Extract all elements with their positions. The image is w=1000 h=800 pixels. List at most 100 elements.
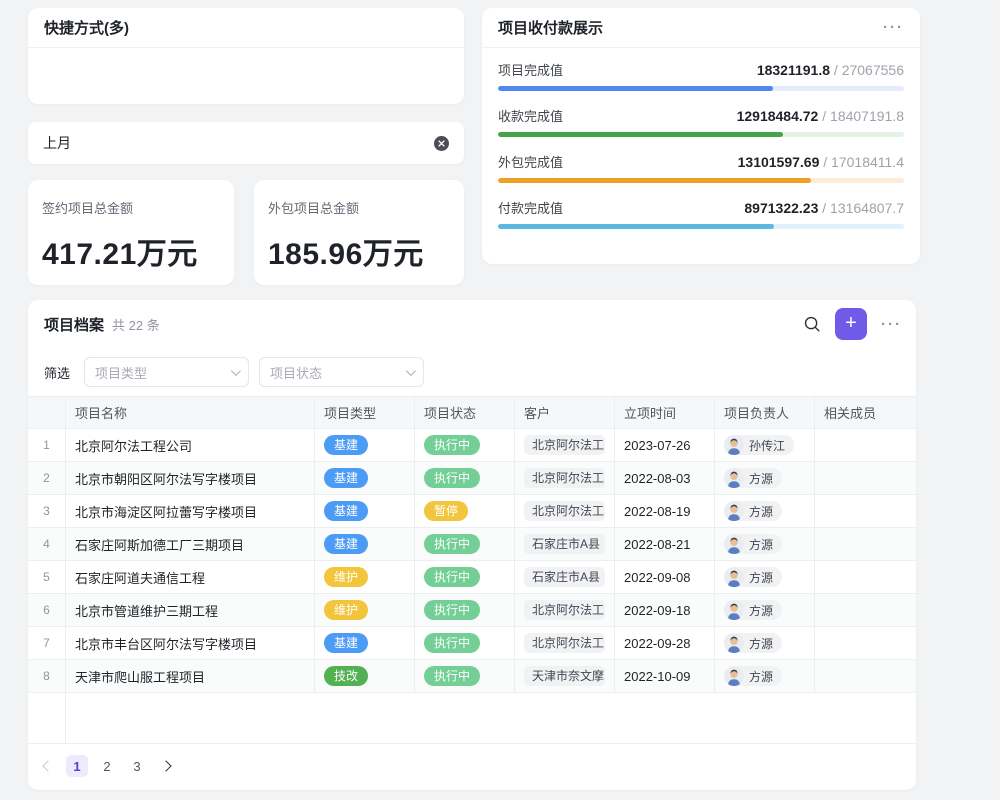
project-type-cell[interactable]: 基建 [315, 462, 415, 494]
owner-chip: 方源 [724, 600, 782, 620]
add-record-button[interactable]: + [835, 308, 867, 340]
owner-cell[interactable]: 方源 [715, 627, 815, 659]
members-cell[interactable] [815, 660, 916, 692]
members-cell[interactable] [815, 561, 916, 593]
project-status-cell[interactable]: 执行中 [415, 462, 515, 494]
project-type-cell[interactable]: 基建 [315, 495, 415, 527]
month-filter-chip[interactable]: 上月 [28, 122, 464, 164]
column-header[interactable]: 客户 [515, 397, 615, 428]
owner-cell[interactable]: 孙传江 [715, 429, 815, 461]
chevron-right-icon[interactable] [160, 760, 171, 771]
table-row[interactable]: 6北京市管道维护三期工程维护执行中北京阿尔法工2022-09-18方源 [28, 594, 916, 627]
project-status-cell[interactable]: 执行中 [415, 660, 515, 692]
project-type-cell[interactable]: 维护 [315, 561, 415, 593]
type-pill: 维护 [324, 600, 368, 620]
owner-chip: 方源 [724, 468, 782, 488]
customer-cell[interactable]: 北京阿尔法工 [515, 429, 615, 461]
customer-cell[interactable]: 北京阿尔法工 [515, 627, 615, 659]
customer-tag: 北京阿尔法工 [524, 633, 605, 653]
project-status-cell[interactable]: 执行中 [415, 627, 515, 659]
project-name-cell[interactable]: 石家庄阿道夫通信工程 [66, 561, 315, 593]
page-button-1[interactable]: 1 [66, 755, 88, 777]
progress-track [498, 224, 904, 229]
ellipsis-icon[interactable]: ··· [881, 316, 902, 333]
project-status-cell[interactable]: 执行中 [415, 528, 515, 560]
table-row[interactable]: 7北京市丰台区阿尔法写字楼项目基建执行中北京阿尔法工2022-09-28方源 [28, 627, 916, 660]
project-name-cell[interactable]: 天津市爬山服工程项目 [66, 660, 315, 692]
chevron-down-icon [231, 366, 241, 376]
start-date-cell[interactable]: 2022-10-09 [615, 660, 715, 692]
ellipsis-icon[interactable]: ··· [883, 19, 904, 36]
table-row[interactable]: 5石家庄阿道夫通信工程维护执行中石家庄市A县2022-09-08方源 [28, 561, 916, 594]
members-cell[interactable] [815, 429, 916, 461]
table-row[interactable]: 1北京阿尔法工程公司基建执行中北京阿尔法工2023-07-26孙传江 [28, 429, 916, 462]
customer-cell[interactable]: 天津市奈文摩 [515, 660, 615, 692]
column-header[interactable]: 项目负责人 [715, 397, 815, 428]
customer-cell[interactable]: 北京阿尔法工 [515, 495, 615, 527]
column-header[interactable]: 立项时间 [615, 397, 715, 428]
start-date-cell[interactable]: 2022-08-21 [615, 528, 715, 560]
page-button-3[interactable]: 3 [126, 755, 148, 777]
customer-cell[interactable]: 北京阿尔法工 [515, 462, 615, 494]
project-name-cell[interactable]: 北京市海淀区阿拉蕾写字楼项目 [66, 495, 315, 527]
table-row[interactable]: 3北京市海淀区阿拉蕾写字楼项目基建暂停北京阿尔法工2022-08-19方源 [28, 495, 916, 528]
month-filter-value: 上月 [43, 133, 71, 153]
members-cell[interactable] [815, 462, 916, 494]
magnifier-icon[interactable] [803, 315, 821, 333]
members-cell[interactable] [815, 495, 916, 527]
members-cell[interactable] [815, 594, 916, 626]
project-type-cell[interactable]: 基建 [315, 528, 415, 560]
project-name-cell[interactable]: 石家庄阿斯加德工厂三期项目 [66, 528, 315, 560]
project-name-cell[interactable]: 北京市朝阳区阿尔法写字楼项目 [66, 462, 315, 494]
start-date-cell[interactable]: 2022-08-03 [615, 462, 715, 494]
owner-cell[interactable]: 方源 [715, 660, 815, 692]
owner-name: 方源 [749, 635, 773, 652]
avatar [724, 468, 744, 488]
circle-x-icon[interactable] [434, 136, 449, 151]
start-date-cell[interactable]: 2023-07-26 [615, 429, 715, 461]
payment-card-title: 项目收付款展示 [498, 17, 603, 38]
owner-cell[interactable]: 方源 [715, 561, 815, 593]
project-type-select[interactable]: 项目类型 [84, 357, 249, 387]
customer-cell[interactable]: 石家庄市A县 [515, 561, 615, 593]
progress-track [498, 178, 904, 183]
project-type-cell[interactable]: 维护 [315, 594, 415, 626]
column-header[interactable]: 项目名称 [66, 397, 315, 428]
customer-cell[interactable]: 北京阿尔法工 [515, 594, 615, 626]
project-name-cell[interactable]: 北京市管道维护三期工程 [66, 594, 315, 626]
start-date-cell[interactable]: 2022-09-18 [615, 594, 715, 626]
project-type-cell[interactable]: 基建 [315, 627, 415, 659]
members-cell[interactable] [815, 528, 916, 560]
owner-cell[interactable]: 方源 [715, 528, 815, 560]
table-row[interactable]: 2北京市朝阳区阿尔法写字楼项目基建执行中北京阿尔法工2022-08-03方源 [28, 462, 916, 495]
project-name-cell[interactable]: 北京阿尔法工程公司 [66, 429, 315, 461]
record-count: 共 22 条 [112, 315, 803, 334]
project-status-cell[interactable]: 执行中 [415, 561, 515, 593]
members-cell[interactable] [815, 627, 916, 659]
owner-cell[interactable]: 方源 [715, 495, 815, 527]
chevron-left-icon[interactable] [42, 760, 53, 771]
start-date-cell[interactable]: 2022-09-08 [615, 561, 715, 593]
project-status-cell[interactable]: 执行中 [415, 429, 515, 461]
column-header[interactable]: 项目类型 [315, 397, 415, 428]
archive-title: 项目档案 [44, 314, 104, 335]
project-name-cell[interactable]: 北京市丰台区阿尔法写字楼项目 [66, 627, 315, 659]
column-header[interactable]: 相关成员 [815, 397, 916, 428]
stat-card-outsourced-total: 外包项目总金额 185.96万元 [254, 180, 464, 285]
project-status-select[interactable]: 项目状态 [259, 357, 424, 387]
project-status-cell[interactable]: 执行中 [415, 594, 515, 626]
customer-tag: 天津市奈文摩 [524, 666, 605, 686]
project-status-cell[interactable]: 暂停 [415, 495, 515, 527]
owner-cell[interactable]: 方源 [715, 462, 815, 494]
table-row[interactable]: 4石家庄阿斯加德工厂三期项目基建执行中石家庄市A县2022-08-21方源 [28, 528, 916, 561]
start-date-cell[interactable]: 2022-08-19 [615, 495, 715, 527]
owner-cell[interactable]: 方源 [715, 594, 815, 626]
customer-cell[interactable]: 石家庄市A县 [515, 528, 615, 560]
project-type-cell[interactable]: 技改 [315, 660, 415, 692]
project-type-cell[interactable]: 基建 [315, 429, 415, 461]
start-date-cell[interactable]: 2022-09-28 [615, 627, 715, 659]
table-row[interactable]: 8天津市爬山服工程项目技改执行中天津市奈文摩2022-10-09方源 [28, 660, 916, 693]
column-header[interactable]: 项目状态 [415, 397, 515, 428]
page-button-2[interactable]: 2 [96, 755, 118, 777]
owner-name: 方源 [749, 536, 773, 553]
